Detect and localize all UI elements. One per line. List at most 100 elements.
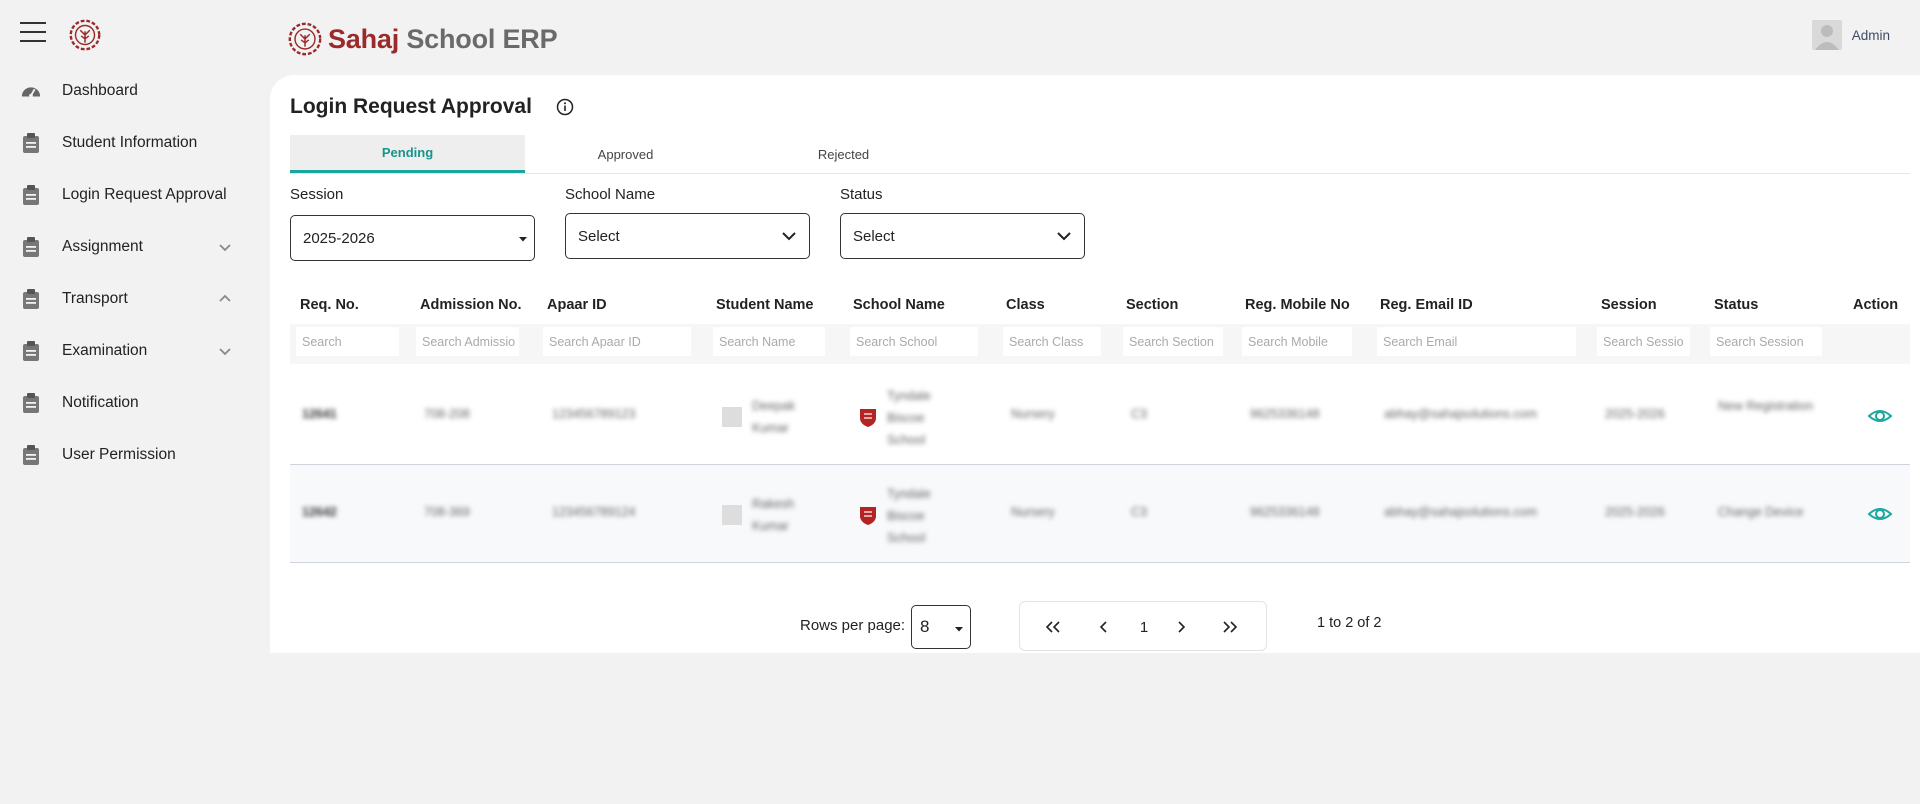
cell-class: Nursery (1011, 505, 1055, 519)
last-page-icon[interactable] (1219, 616, 1241, 638)
clipboard-icon (20, 392, 42, 414)
cell-mobile: 9625336148 (1250, 505, 1320, 519)
sidebar-item-dashboard[interactable]: Dashboard (0, 65, 270, 117)
column-header-student-name[interactable]: Student Name (716, 297, 814, 313)
student-avatar (722, 505, 742, 525)
cell-admission-no: 708-208 (424, 407, 470, 421)
sidebar-item-login-request-approval[interactable]: Login Request Approval (0, 169, 270, 221)
cell-email: abhay@sahajsolutions.com (1384, 407, 1538, 421)
cell-admission-no: 708-369 (424, 505, 470, 519)
search-student-name-input[interactable]: Search Name (713, 327, 825, 356)
column-header-session[interactable]: Session (1601, 297, 1657, 313)
search-status-input[interactable]: Search Session (1710, 327, 1822, 356)
search-admission-no-input[interactable]: Search Admissio (416, 327, 519, 356)
sidebar-nav: Dashboard Student Information Login Requ… (0, 65, 270, 481)
cell-apaar-id: 123456789123 (552, 407, 636, 421)
clipboard-icon (20, 288, 42, 310)
status-select[interactable]: Select (840, 213, 1085, 259)
tab-approved[interactable]: Approved (508, 135, 743, 173)
search-req-no-input[interactable]: Search (296, 327, 399, 356)
search-school-name-input[interactable]: Search School (850, 327, 978, 356)
cell-apaar-id: 123456789124 (552, 505, 636, 519)
cell-class: Nursery (1011, 407, 1055, 421)
column-header-action: Action (1853, 297, 1899, 313)
school-select-value: Select (578, 227, 620, 245)
rows-per-page-select[interactable]: 8 (911, 605, 971, 649)
sidebar-item-label: User Permission (62, 446, 176, 463)
column-header-req-no[interactable]: Req. No. (300, 297, 359, 313)
current-page-number[interactable]: 1 (1133, 616, 1155, 638)
search-session-input[interactable]: Search Sessio (1597, 327, 1690, 356)
search-mobile-input[interactable]: Search Mobile (1242, 327, 1352, 356)
hamburger-menu-icon[interactable] (20, 22, 46, 42)
chevron-down-icon[interactable] (218, 240, 232, 254)
view-eye-icon[interactable] (1867, 501, 1893, 527)
chevron-down-icon (955, 627, 963, 632)
school-crest-icon (860, 409, 876, 427)
pagination-range-text: 1 to 2 of 2 (1317, 615, 1382, 631)
session-select[interactable]: 2025-2026 (290, 215, 535, 261)
sidebar-item-label: Student Information (62, 134, 198, 151)
school-select[interactable]: Select (565, 213, 810, 259)
previous-page-icon[interactable] (1093, 616, 1115, 638)
next-page-icon[interactable] (1170, 616, 1192, 638)
clipboard-icon (20, 444, 42, 466)
sidebar-item-assignment[interactable]: Assignment (0, 221, 270, 273)
brand-name-rest: School ERP (406, 23, 558, 54)
chevron-down-icon (1057, 232, 1071, 241)
cell-session: 2025-2026 (1605, 505, 1665, 519)
sidebar-item-examination[interactable]: Examination (0, 325, 270, 377)
column-search-row: Search Search Admissio Search Apaar ID S… (290, 324, 1910, 364)
sidebar-item-notification[interactable]: Notification (0, 377, 270, 429)
status-select-value: Select (853, 227, 895, 245)
column-header-section[interactable]: Section (1126, 297, 1178, 313)
column-header-class[interactable]: Class (1006, 297, 1045, 313)
rows-per-page-label: Rows per page: (800, 617, 906, 634)
status-tabs: Pending Approved Rejected (290, 135, 1910, 174)
column-header-mobile[interactable]: Reg. Mobile No (1245, 297, 1350, 313)
search-apaar-id-input[interactable]: Search Apaar ID (543, 327, 691, 356)
cell-session: 2025-2026 (1605, 407, 1665, 421)
sidebar-item-user-permission[interactable]: User Permission (0, 429, 270, 481)
first-page-icon[interactable] (1042, 616, 1064, 638)
school-crest-icon (860, 507, 876, 525)
cell-req-no: 12642 (302, 505, 337, 519)
rows-per-page-value: 8 (920, 617, 930, 636)
search-class-input[interactable]: Search Class (1003, 327, 1101, 356)
table-row: 12642 708-369 123456789124 Rakesh Kumar … (290, 465, 1910, 563)
sidebar-item-label: Notification (62, 394, 139, 411)
pagination-controls: 1 (1019, 601, 1267, 651)
clipboard-icon (20, 340, 42, 362)
user-menu[interactable]: Admin (1811, 20, 1890, 50)
search-email-input[interactable]: Search Email (1377, 327, 1576, 356)
cell-status: Change Device (1718, 505, 1804, 519)
view-eye-icon[interactable] (1867, 403, 1893, 429)
chevron-up-icon[interactable] (218, 292, 232, 306)
sidebar-item-transport[interactable]: Transport (0, 273, 270, 325)
brand[interactable]: Sahaj School ERP (286, 20, 558, 58)
sidebar-item-label: Transport (62, 290, 128, 307)
column-header-status[interactable]: Status (1714, 297, 1758, 313)
tab-pending[interactable]: Pending (290, 135, 525, 173)
student-avatar (722, 407, 742, 427)
brand-name-bold: Sahaj (328, 23, 400, 54)
chevron-down-icon (519, 237, 527, 242)
session-select-value: 2025-2026 (303, 229, 375, 247)
clipboard-icon (20, 236, 42, 258)
column-header-school-name[interactable]: School Name (853, 297, 945, 313)
search-section-input[interactable]: Search Section (1123, 327, 1223, 356)
dashboard-gauge-icon (20, 80, 42, 102)
cell-student-name: Rakesh Kumar (752, 497, 795, 533)
cell-req-no: 12641 (302, 407, 337, 421)
column-header-apaar-id[interactable]: Apaar ID (547, 297, 607, 313)
info-icon[interactable] (556, 98, 574, 116)
user-name: Admin (1851, 27, 1890, 43)
sidebar-item-student-information[interactable]: Student Information (0, 117, 270, 169)
cell-mobile: 9625336148 (1250, 407, 1320, 421)
column-header-admission-no[interactable]: Admission No. (420, 297, 522, 313)
column-header-email[interactable]: Reg. Email ID (1380, 297, 1473, 313)
chevron-down-icon[interactable] (218, 344, 232, 358)
avatar (1811, 20, 1842, 50)
sidebar-item-label: Examination (62, 342, 148, 359)
tab-rejected[interactable]: Rejected (726, 135, 961, 173)
